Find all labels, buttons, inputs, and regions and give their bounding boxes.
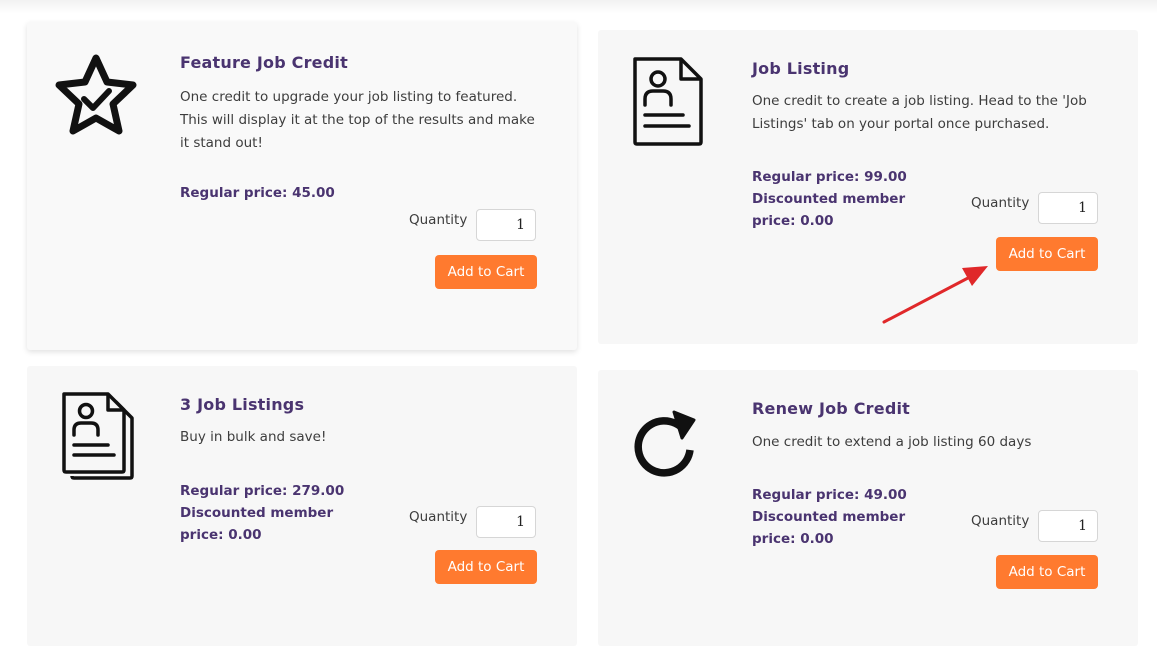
- renew-arrow-icon: [634, 406, 700, 478]
- quantity-label: Quantity: [971, 513, 1030, 529]
- regular-price: Regular price: 99.00: [752, 169, 907, 185]
- product-title: Renew Job Credit: [752, 399, 911, 418]
- add-to-cart-button[interactable]: Add to Cart: [996, 237, 1098, 271]
- quantity-label: Quantity: [409, 212, 468, 228]
- add-to-cart-button[interactable]: Add to Cart: [435, 550, 537, 584]
- star-check-icon: [51, 52, 141, 142]
- quantity-input[interactable]: [476, 209, 536, 241]
- add-to-cart-button[interactable]: Add to Cart: [435, 255, 537, 289]
- product-title: Job Listing: [752, 59, 850, 78]
- quantity-input[interactable]: [1038, 510, 1098, 542]
- add-to-cart-button[interactable]: Add to Cart: [996, 555, 1098, 589]
- product-card-feature-job-credit: Feature Job Credit One credit to upgrade…: [27, 22, 577, 350]
- product-description: Buy in bulk and save!: [180, 429, 327, 445]
- product-title: Feature Job Credit: [180, 53, 348, 72]
- quantity-input[interactable]: [476, 506, 536, 538]
- product-prices: Regular price: 45.00: [180, 182, 335, 204]
- documents-stack-icon: [60, 390, 136, 482]
- document-person-icon: [631, 55, 705, 147]
- product-prices: Regular price: 49.00 Discounted member p…: [752, 484, 907, 550]
- member-price-label: Discounted member: [752, 191, 906, 207]
- regular-price: Regular price: 45.00: [180, 185, 335, 201]
- quantity-label: Quantity: [409, 509, 468, 525]
- member-price-value: price: 0.00: [180, 527, 262, 543]
- product-description: One credit to create a job listing. Head…: [752, 93, 1087, 132]
- member-price-label: Discounted member: [752, 509, 906, 525]
- member-price-value: price: 0.00: [752, 213, 834, 229]
- product-card-3-job-listings: 3 Job Listings Buy in bulk and save! Reg…: [27, 366, 577, 646]
- member-price-value: price: 0.00: [752, 531, 834, 547]
- product-prices: Regular price: 99.00 Discounted member p…: [752, 166, 907, 232]
- regular-price: Regular price: 279.00: [180, 483, 345, 499]
- regular-price: Regular price: 49.00: [752, 487, 907, 503]
- product-description: One credit to extend a job listing 60 da…: [752, 434, 1032, 450]
- product-card-renew-job-credit: Renew Job Credit One credit to extend a …: [598, 370, 1138, 646]
- top-shadow-strip: [0, 0, 1157, 14]
- product-title: 3 Job Listings: [180, 395, 305, 414]
- member-price-label: Discounted member: [180, 505, 334, 521]
- product-card-job-listing: Job Listing One credit to create a job l…: [598, 30, 1138, 344]
- quantity-input[interactable]: [1038, 192, 1098, 224]
- product-description: One credit to upgrade your job listing t…: [180, 89, 535, 151]
- product-prices: Regular price: 279.00 Discounted member …: [180, 480, 344, 546]
- quantity-label: Quantity: [971, 195, 1030, 211]
